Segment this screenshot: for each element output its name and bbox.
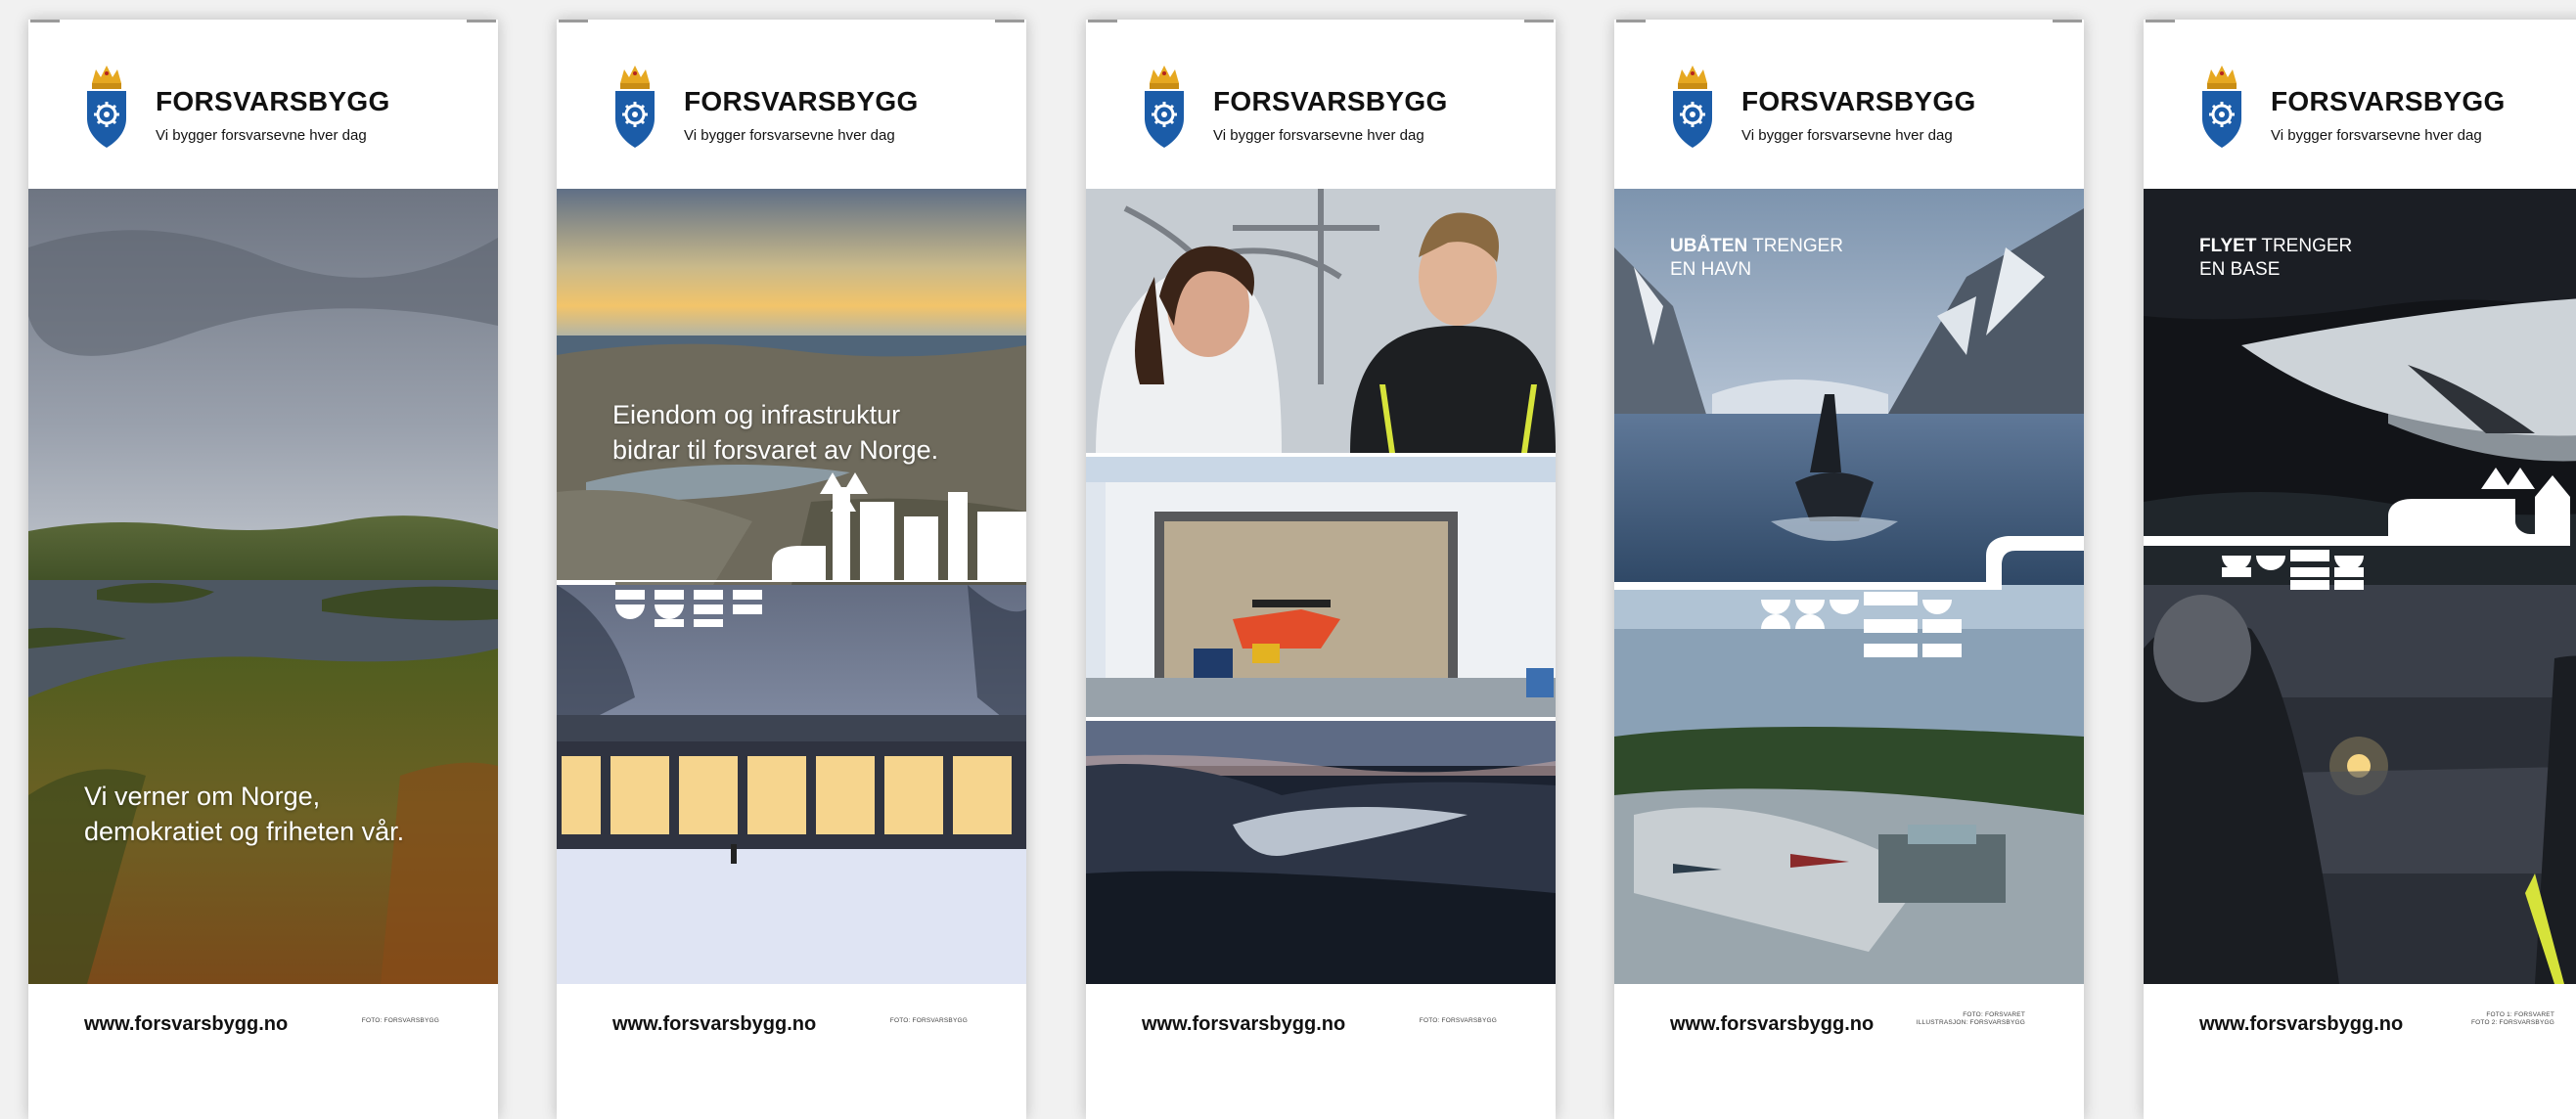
graphic-pattern	[1614, 536, 2084, 657]
graphic-pattern	[2144, 468, 2570, 590]
campaign-headline: FLYET TRENGER EN BASE	[2199, 235, 2352, 282]
rollup-banner-2: FORSVARSBYGG Vi bygger forsvarsevne hver…	[557, 20, 1026, 1119]
photo-credit: FOTO: FORSVARSBYGG	[361, 1017, 439, 1024]
banner-footer: www.forsvarsbygg.no FOTO: FORSVARET ILLU…	[1614, 984, 2084, 1119]
brand-tagline: Vi bygger forsvarsevne hver dag	[1741, 127, 1953, 144]
forsvarsbygg-crest-icon	[2199, 64, 2244, 148]
brand-name: FORSVARSBYGG	[1741, 86, 1976, 116]
photo-credit-line-1: FOTO: FORSVARET	[1963, 1011, 2025, 1018]
photo-collage	[1086, 189, 1556, 984]
banner-header: FORSVARSBYGG Vi bygger forsvarsevne hver…	[28, 20, 498, 189]
slogan-line-2: demokratiet og friheten vår.	[84, 817, 405, 846]
forsvarsbygg-crest-icon	[1670, 64, 1715, 148]
headline-bold: FLYET	[2199, 236, 2257, 256]
forsvarsbygg-crest-icon	[612, 64, 657, 148]
graphic-pattern	[557, 472, 1026, 627]
photo-aircraft-and-base: FLYET TRENGER EN BASE	[2144, 189, 2576, 984]
website-url: www.forsvarsbygg.no	[2199, 1013, 2404, 1035]
banner-header: FORSVARSBYGG Vi bygger forsvarsevne hver…	[2144, 20, 2576, 189]
photo-submarine-and-harbor: UBÅTEN TRENGER EN HAVN	[1614, 189, 2084, 984]
headline-bold: UBÅTEN	[1670, 236, 1748, 256]
banner-footer: www.forsvarsbygg.no FOTO: FORSVARSBYGG	[1086, 984, 1556, 1119]
headline-line-2: EN HAVN	[1670, 259, 1752, 280]
photo-credit-line-1: FOTO 1: FORSVARET	[2486, 1011, 2554, 1018]
brand-tagline: Vi bygger forsvarsevne hver dag	[684, 127, 895, 144]
banner-footer: www.forsvarsbygg.no FOTO: FORSVARSBYGG	[28, 984, 498, 1119]
photo-credit-line-2: ILLUSTRASJON: FORSVARSBYGG	[1916, 1019, 2025, 1026]
brand-tagline: Vi bygger forsvarsevne hver dag	[156, 127, 367, 144]
photo-forest-lake: Vi verner om Norge, demokratiet og frihe…	[28, 189, 498, 984]
banner-footer: www.forsvarsbygg.no FOTO 1: FORSVARET FO…	[2144, 984, 2576, 1119]
slogan-line-1: Eiendom og infrastruktur	[612, 400, 901, 429]
headline-rest: TRENGER	[1747, 236, 1844, 256]
brand-name: FORSVARSBYGG	[2271, 86, 2506, 116]
photo-credit: FOTO: FORSVARET ILLUSTRASJON: FORSVARSBY…	[1917, 1011, 2025, 1027]
rollup-banner-1: FORSVARSBYGG Vi bygger forsvarsevne hver…	[28, 20, 498, 1119]
brand-name: FORSVARSBYGG	[684, 86, 919, 116]
website-url: www.forsvarsbygg.no	[84, 1013, 289, 1035]
campaign-headline: UBÅTEN TRENGER EN HAVN	[1670, 235, 1843, 282]
banner-header: FORSVARSBYGG Vi bygger forsvarsevne hver…	[1086, 20, 1556, 189]
photo-credit: FOTO: FORSVARSBYGG	[889, 1017, 968, 1024]
photo-landscape-and-building: Eiendom og infrastruktur bidrar til fors…	[557, 189, 1026, 984]
headline-line-1: FLYET TRENGER	[2199, 235, 2352, 258]
photo-credit-line-2: FOTO 2: FORSVARSBYGG	[2470, 1019, 2554, 1026]
brand-tagline: Vi bygger forsvarsevne hver dag	[1213, 127, 1424, 144]
headline-rest: TRENGER	[2256, 236, 2353, 256]
rollup-banner-5: FORSVARSBYGG Vi bygger forsvarsevne hver…	[2144, 20, 2576, 1119]
slogan-line-2: bidrar til forsvaret av Norge.	[612, 435, 939, 465]
forsvarsbygg-crest-icon	[1142, 64, 1187, 148]
forsvarsbygg-crest-icon	[84, 64, 129, 148]
headline-line-2: EN BASE	[2199, 259, 2281, 280]
rollup-banner-4: FORSVARSBYGG Vi bygger forsvarsevne hver…	[1614, 20, 2084, 1119]
headline-line-1: UBÅTEN TRENGER	[1670, 235, 1843, 258]
slogan-line-1: Vi verner om Norge,	[84, 782, 321, 811]
website-url: www.forsvarsbygg.no	[1142, 1013, 1346, 1035]
brand-tagline: Vi bygger forsvarsevne hver dag	[2271, 127, 2482, 144]
brand-name: FORSVARSBYGG	[1213, 86, 1448, 116]
banner-header: FORSVARSBYGG Vi bygger forsvarsevne hver…	[557, 20, 1026, 189]
banner-footer: www.forsvarsbygg.no FOTO: FORSVARSBYGG	[557, 984, 1026, 1119]
rollup-banner-3: FORSVARSBYGG Vi bygger forsvarsevne hver…	[1086, 20, 1556, 1119]
slogan-text: Vi verner om Norge, demokratiet og frihe…	[84, 779, 404, 849]
brand-name: FORSVARSBYGG	[156, 86, 390, 116]
website-url: www.forsvarsbygg.no	[612, 1013, 817, 1035]
website-url: www.forsvarsbygg.no	[1670, 1013, 1875, 1035]
banner-header: FORSVARSBYGG Vi bygger forsvarsevne hver…	[1614, 20, 2084, 189]
slogan-text: Eiendom og infrastruktur bidrar til fors…	[612, 397, 938, 468]
photo-credit: FOTO 1: FORSVARET FOTO 2: FORSVARSBYGG	[2471, 1011, 2554, 1027]
photo-credit: FOTO: FORSVARSBYGG	[1419, 1017, 1497, 1024]
